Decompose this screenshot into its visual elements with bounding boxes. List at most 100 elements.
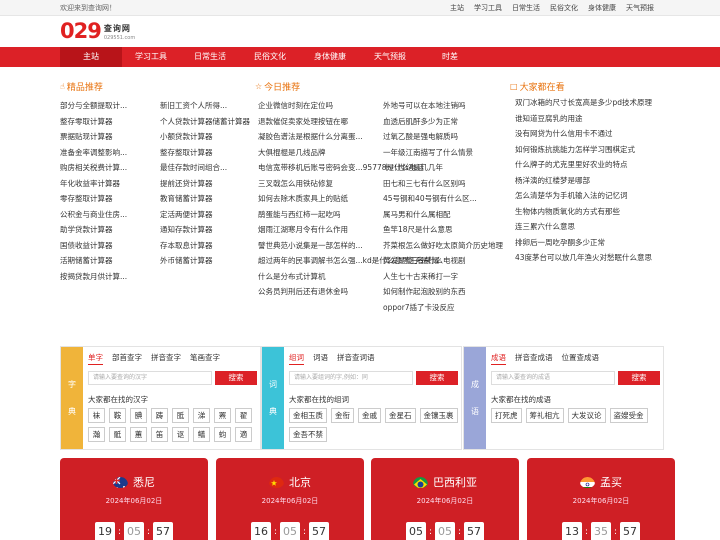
panel-tab[interactable]: 笔画查字 <box>190 352 220 365</box>
nav-item-home[interactable]: 主站 <box>60 47 122 67</box>
list-item-link[interactable]: 譬世典范小说集是一部怎样的... <box>258 241 363 250</box>
top-link-study[interactable]: 学习工具 <box>474 3 502 13</box>
list-item-link[interactable]: 退款催促卖家处理按钮在哪 <box>258 117 348 126</box>
list-item-link[interactable]: 企业微信时刻在定位吗 <box>258 101 333 110</box>
hot-search-chip[interactable]: 盗嫂受金 <box>609 408 648 423</box>
hot-search-chip[interactable]: 金吾不禁 <box>289 427 327 442</box>
list-item-link[interactable]: 定活两便计算器 <box>160 210 213 219</box>
list-item-link[interactable]: 外币储蓄计算器 <box>160 256 213 265</box>
nav-item-health[interactable]: 身体健康 <box>299 47 361 67</box>
search-button[interactable]: 搜索 <box>618 371 660 385</box>
hot-search-chip[interactable]: 踌 <box>151 408 168 423</box>
list-item-link[interactable]: 新旧工资个人所得... <box>160 101 227 110</box>
list-item-link[interactable]: 整存整取计算器 <box>160 148 213 157</box>
list-item-link[interactable]: 通知存款计算器 <box>160 225 213 234</box>
list-item-link[interactable]: 排卵后一周吃孕酮多少正常 <box>515 238 605 247</box>
panel-tab[interactable]: 组词 <box>289 352 304 365</box>
list-item-link[interactable]: 黄发是傻子是什么电视剧 <box>383 256 466 265</box>
hot-search-chip[interactable]: 大发议论 <box>567 408 606 423</box>
nav-item-weather[interactable]: 天气预报 <box>359 47 421 67</box>
list-item-link[interactable]: 个人贷款计算器 <box>160 117 213 126</box>
hot-search-chip[interactable]: 涕 <box>193 408 210 423</box>
nav-item-daily[interactable]: 日常生活 <box>179 47 241 67</box>
top-link-weather[interactable]: 天气预报 <box>626 3 654 13</box>
hot-search-chip[interactable]: 瀚 <box>88 427 105 442</box>
hot-search-chip[interactable]: 鳝 <box>193 427 210 442</box>
list-item-link[interactable]: 准备金率调整影响... <box>60 148 127 157</box>
list-item-link[interactable]: 储蓄计算器 <box>213 117 251 126</box>
panel-tab[interactable]: 成语 <box>491 352 506 365</box>
hot-search-chip[interactable]: 適 <box>235 427 252 442</box>
site-logo[interactable]: 029 查询网 029551.com <box>60 21 135 42</box>
list-item-link[interactable]: 人生七十古来稀打一字 <box>383 272 458 281</box>
list-item-link[interactable]: 国债收益计算器 <box>60 241 113 250</box>
search-button[interactable]: 搜索 <box>416 371 458 385</box>
list-item-link[interactable]: 怎么清楚华为手机输入法的记忆词 <box>515 191 628 200</box>
panel-tab[interactable]: 部首查字 <box>112 352 142 365</box>
hot-search-chip[interactable]: 笛 <box>151 427 168 442</box>
hot-search-chip[interactable]: 筹礼相亢 <box>525 408 564 423</box>
panel-tab[interactable]: 位置查成语 <box>562 352 600 365</box>
list-item-link[interactable]: 一年级江南描写了什么情景 <box>383 148 473 157</box>
panel-tab[interactable]: 拼音查词语 <box>337 352 375 365</box>
list-item-link[interactable]: 鹃蛋能与西红柿一起吃吗 <box>258 210 341 219</box>
list-item-link[interactable]: 怎样学习围棋定式 <box>575 145 635 154</box>
list-item-link[interactable]: 整存零取计算器 <box>60 117 113 126</box>
list-item-link[interactable]: 连三累六什么意思 <box>515 222 575 231</box>
list-item-link[interactable]: 提前还贷计算器 <box>160 179 213 188</box>
nav-item-folk[interactable]: 民俗文化 <box>239 47 301 67</box>
hot-search-chip[interactable]: 蚐 <box>214 427 231 442</box>
list-item-link[interactable]: 烟雨江湖寒月令有什么作用 <box>258 225 348 234</box>
nav-item-timezone[interactable]: 时差 <box>419 47 481 67</box>
list-item-link[interactable]: 如何锻炼抗挑能力 <box>515 145 575 154</box>
list-item-link[interactable]: 公积金与商业住房... <box>60 210 127 219</box>
list-item-link[interactable]: 十八世纪是几几年 <box>383 163 443 172</box>
list-item-link[interactable]: 助学贷款计算器 <box>60 225 113 234</box>
list-item-link[interactable]: 什么牌子的尤克里里好 <box>515 160 590 169</box>
list-item-link[interactable]: 教育储蓄计算器 <box>160 194 213 203</box>
list-item-link[interactable]: 生物体内物质氧化的方式有那些 <box>515 207 620 216</box>
list-item-link[interactable]: 43度茅台可以放几年 <box>515 253 585 262</box>
list-item-link[interactable]: 田七和三七有什么区别吗 <box>383 179 466 188</box>
list-item-link[interactable]: 杨洋演的红楼梦是哪部 <box>515 176 590 185</box>
panel-tab[interactable]: 拼音查成语 <box>515 352 553 365</box>
list-item-link[interactable]: 血透后肌酐多少为正常 <box>383 117 458 126</box>
list-item-link[interactable]: 存本取息计算器 <box>160 241 213 250</box>
hot-search-chip[interactable]: 鞍 <box>109 408 126 423</box>
list-item-link[interactable]: 部分与全额提取计... <box>60 101 127 110</box>
top-link-health[interactable]: 身体健康 <box>588 3 616 13</box>
list-item-link[interactable]: 零存整取计算器 <box>60 194 113 203</box>
search-button[interactable]: 搜索 <box>215 371 257 385</box>
list-item-link[interactable]: 购房相关税费计算... <box>60 163 127 172</box>
hot-search-chip[interactable]: 翟 <box>235 408 252 423</box>
list-item-link[interactable]: oppor7插了卡没反应 <box>383 303 455 312</box>
list-item-link[interactable]: 活期储蓄计算器 <box>60 256 113 265</box>
search-input[interactable]: 请输入要查询的成语 <box>491 371 615 385</box>
list-item-link[interactable]: 双门冰箱的尺寸长宽高是多少 <box>515 98 613 107</box>
hot-search-chip[interactable]: 金相玉质 <box>289 408 327 423</box>
list-item-link[interactable]: 属马男和什么属相配 <box>383 210 451 219</box>
panel-tab[interactable]: 拼音查字 <box>151 352 181 365</box>
hot-search-chip[interactable]: 金星石 <box>385 408 416 423</box>
hot-search-chip[interactable]: 罴 <box>214 408 231 423</box>
list-item-link[interactable]: 大俱棍棍是几线品牌 <box>258 148 326 157</box>
top-link-folk[interactable]: 民俗文化 <box>550 3 578 13</box>
list-item-link[interactable]: 鱼竿18尺是什么意思 <box>383 225 453 234</box>
hot-search-chip[interactable]: 腆 <box>130 408 147 423</box>
hot-search-chip[interactable]: 讴 <box>172 427 189 442</box>
top-link-daily[interactable]: 日常生活 <box>512 3 540 13</box>
list-item-link[interactable]: 过氧乙酸是强电解质吗 <box>383 132 458 141</box>
hot-search-chip[interactable]: 金镶玉裹 <box>419 408 458 423</box>
nav-item-study[interactable]: 学习工具 <box>120 47 182 67</box>
hot-search-chip[interactable]: 打死虎 <box>491 408 522 423</box>
list-item-link[interactable]: 没有网贷为什么信用卡不通过 <box>515 129 613 138</box>
list-item-link[interactable]: 如何制作起泡胶别的东西 <box>383 287 466 296</box>
list-item-link[interactable]: 农业的特点 <box>590 160 628 169</box>
search-input[interactable]: 请输入要查询的汉字 <box>88 371 212 385</box>
hot-search-chip[interactable]: 骶 <box>109 427 126 442</box>
panel-tab[interactable]: 词语 <box>313 352 328 365</box>
list-item-link[interactable]: 什么是分布式计算机 <box>258 272 326 281</box>
hot-search-chip[interactable]: 金戚 <box>358 408 381 423</box>
list-item-link[interactable]: 芥菜根怎么做好吃 <box>383 241 443 250</box>
list-item-link[interactable]: 太原简介历史地理 <box>443 241 503 250</box>
